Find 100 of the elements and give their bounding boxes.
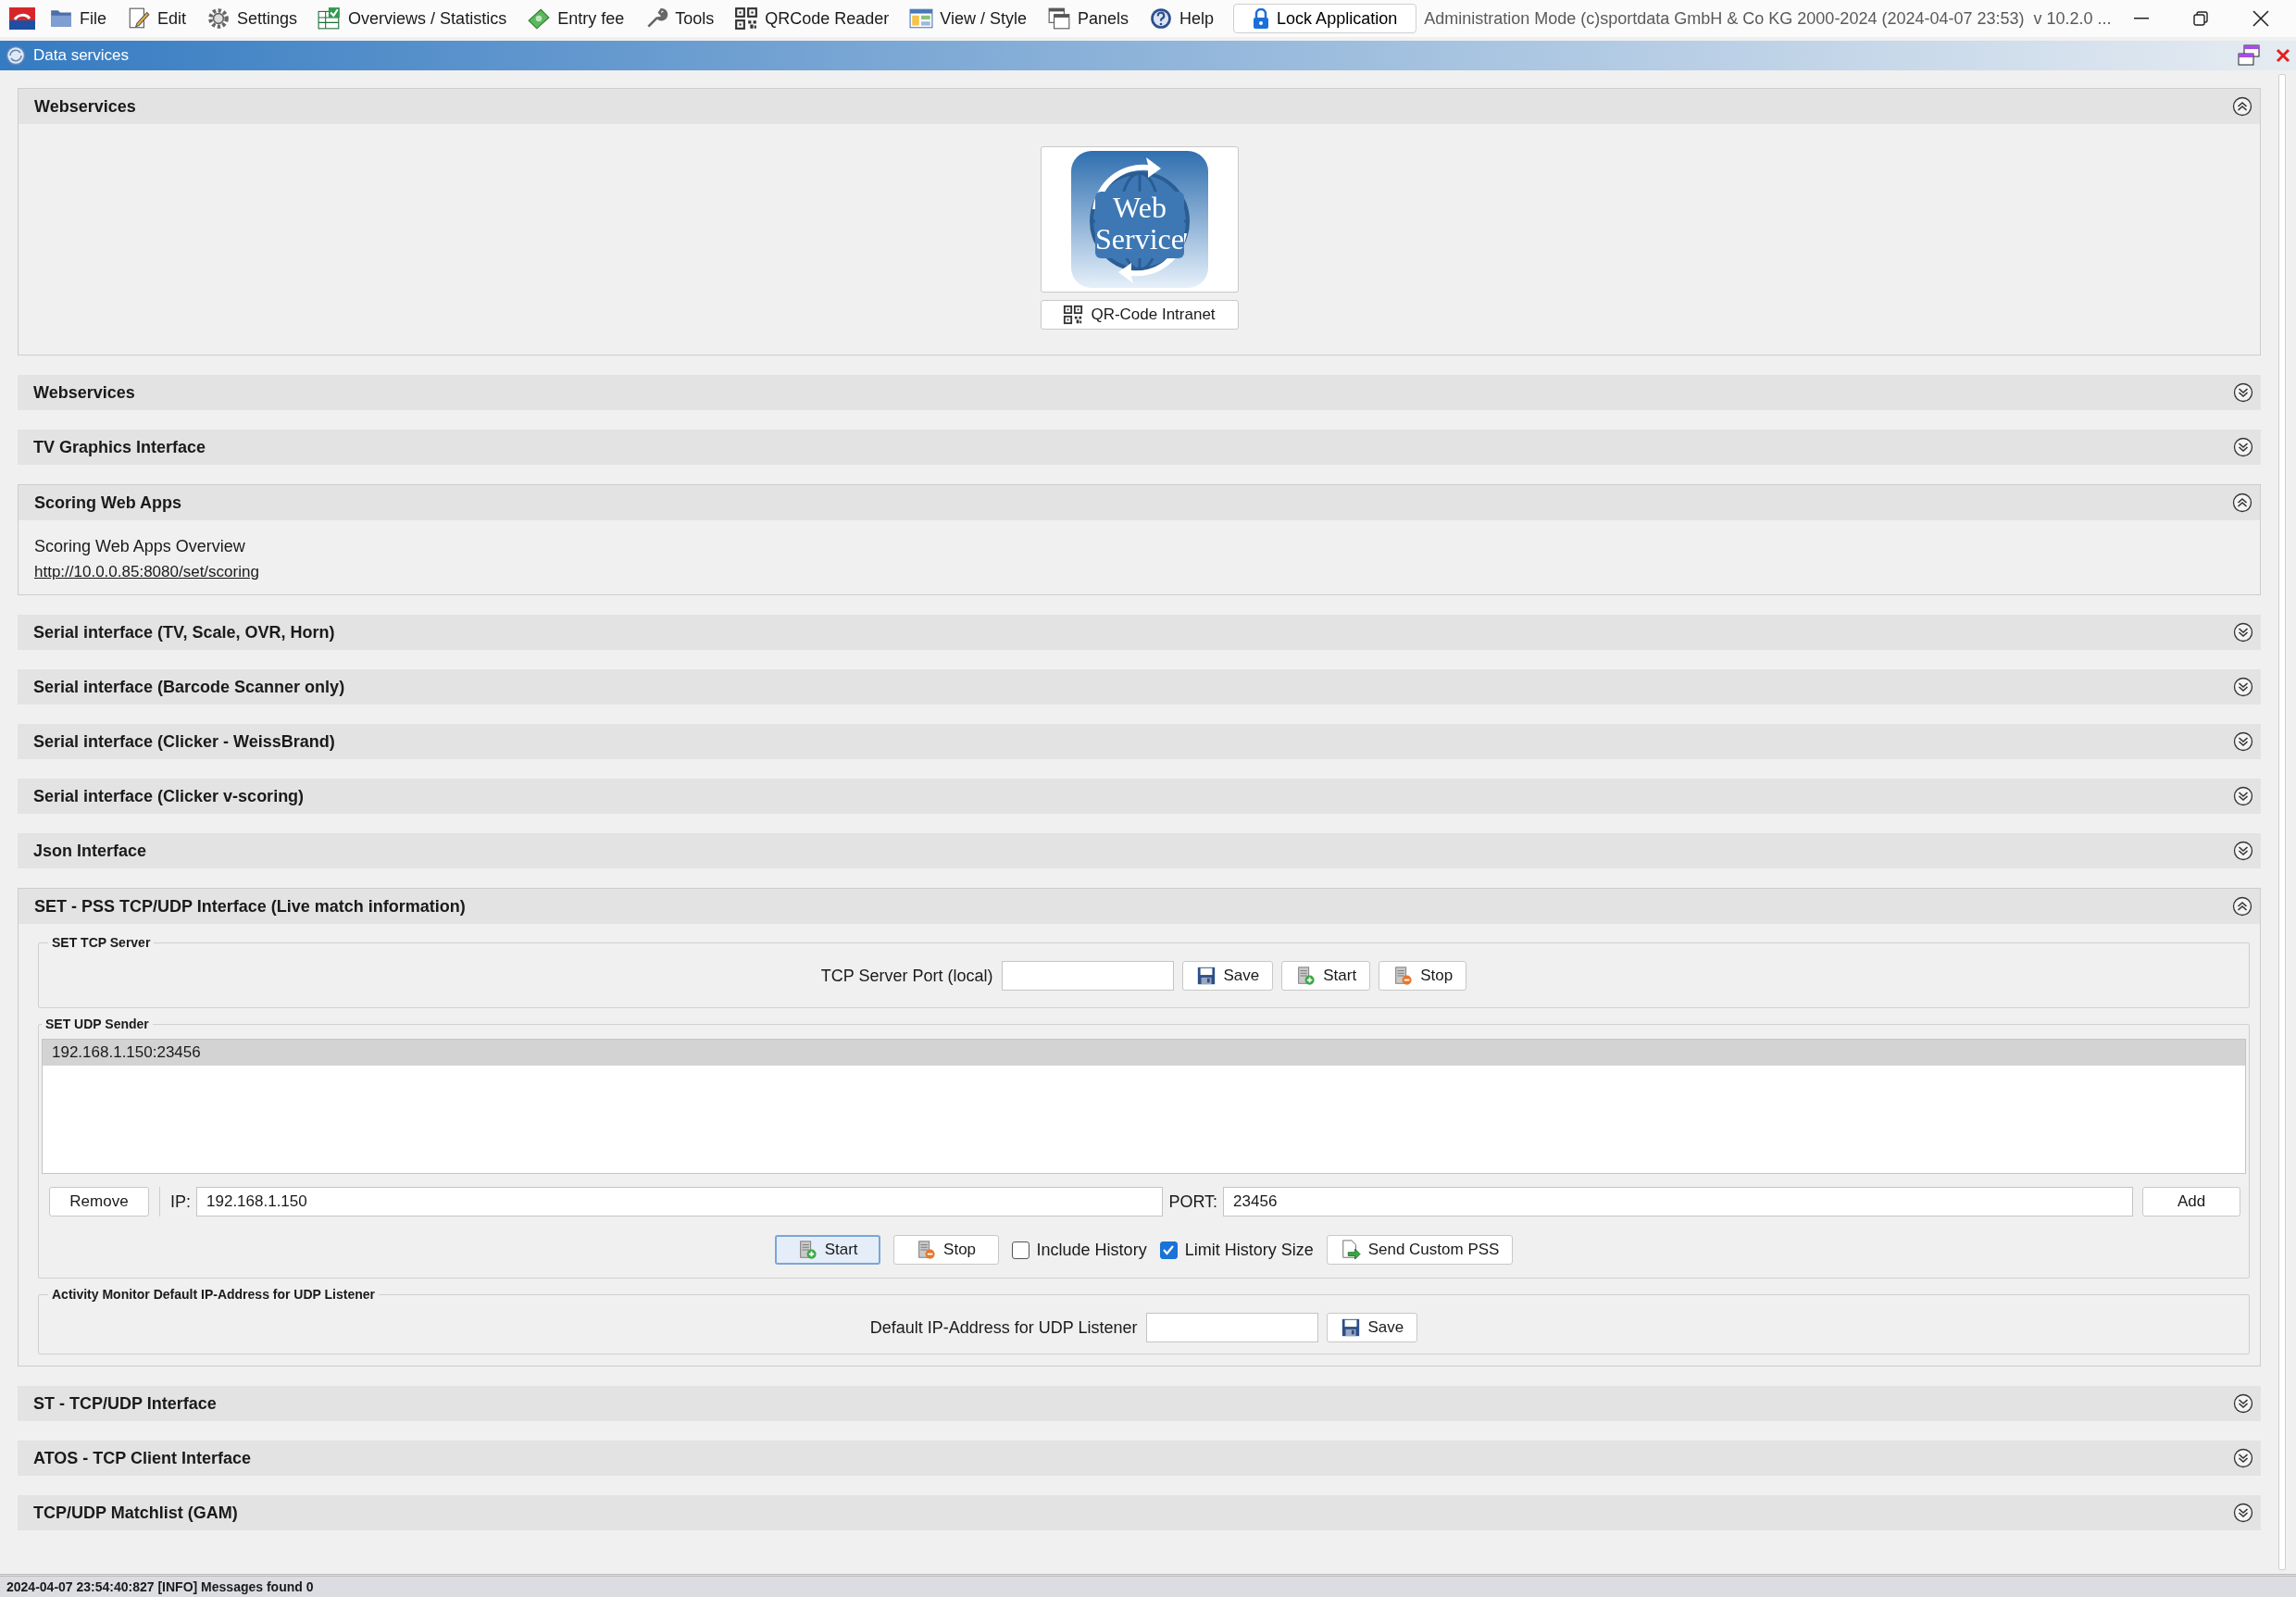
section-title: TCP/UDP Matchlist (GAM) <box>33 1502 238 1524</box>
section-header[interactable]: Serial interface (Clicker - WeissBrand) <box>18 724 2261 759</box>
expand-icon[interactable] <box>2233 677 2253 697</box>
server-remove-icon <box>916 1240 937 1260</box>
section-title: Serial interface (TV, Scale, OVR, Horn) <box>33 621 335 643</box>
menu-item[interactable]: Tools <box>634 2 725 35</box>
remove-button[interactable]: Remove <box>49 1187 149 1216</box>
checkbox-label: Include History <box>1036 1239 1147 1261</box>
port-label: PORT: <box>1168 1191 1218 1213</box>
save-icon <box>1195 966 1217 986</box>
panel-icon <box>6 45 26 66</box>
list-item[interactable]: 192.168.1.150:23456 <box>43 1040 2245 1066</box>
menu-item[interactable]: Settings <box>196 2 308 35</box>
save-icon <box>1340 1317 1361 1338</box>
collapse-icon[interactable] <box>2232 96 2252 117</box>
checkbox[interactable] <box>1011 1241 1029 1259</box>
checkbox-label: Limit History Size <box>1184 1239 1314 1261</box>
save-button[interactable]: Save <box>1181 961 1274 991</box>
close-panel-button[interactable] <box>2276 48 2290 63</box>
section-header[interactable]: Json Interface <box>18 833 2261 868</box>
listener-ip-label: Default IP-Address for UDP Listener <box>869 1316 1138 1339</box>
restore-icon <box>2193 11 2209 26</box>
section-header[interactable]: TV Graphics Interface <box>18 430 2261 465</box>
section-header[interactable]: ATOS - TCP Client Interface <box>18 1441 2261 1476</box>
menu-item[interactable]: Overviews / Statistics <box>307 2 518 35</box>
status-bar: 2024-04-07 23:54:40:827 [INFO] Messages found 0 <box>0 1574 2296 1597</box>
menu-item[interactable]: View / Style <box>899 2 1037 35</box>
expand-icon[interactable] <box>2233 786 2253 806</box>
overview-label: Scoring Web Apps Overview <box>34 536 245 557</box>
expand-icon[interactable] <box>2233 841 2253 861</box>
section-header[interactable]: Serial interface (TV, Scale, OVR, Horn) <box>18 615 2261 650</box>
collapse-icon[interactable] <box>2232 896 2252 917</box>
menu-item[interactable]: Help <box>1139 2 1225 35</box>
money-icon <box>527 6 552 31</box>
section-header[interactable]: Scoring Web Apps <box>19 485 2260 520</box>
ip-input[interactable]: 192.168.1.150 <box>196 1187 1164 1216</box>
stop-button[interactable]: Stop <box>892 1235 999 1265</box>
add-button[interactable]: Add <box>2142 1187 2240 1216</box>
section-title: ATOS - TCP Client Interface <box>33 1447 252 1469</box>
help-icon <box>1149 6 1174 31</box>
expand-icon[interactable] <box>2233 382 2253 403</box>
menu-item[interactable]: Edit <box>117 2 197 35</box>
app-logo-icon <box>9 7 35 30</box>
stop-button[interactable]: Stop <box>1379 961 1467 991</box>
expand-icon[interactable] <box>2233 1448 2253 1468</box>
web-service-logo[interactable]: Web Service <box>1040 146 1239 293</box>
qr-code-icon <box>1063 305 1084 325</box>
section-header[interactable]: TCP/UDP Matchlist (GAM) <box>18 1495 2261 1530</box>
close-icon <box>2252 10 2269 27</box>
checkbox[interactable] <box>1159 1241 1178 1259</box>
menu-item[interactable]: Panels <box>1037 2 1140 35</box>
port-label: TCP Server Port (local) <box>820 965 993 987</box>
edit-icon <box>127 6 151 31</box>
section-header[interactable]: SET - PSS TCP/UDP Interface (Live match information) <box>19 889 2260 924</box>
section-header[interactable]: Serial interface (Clicker v-scoring) <box>18 779 2261 814</box>
group-title: SET TCP Server <box>51 935 152 950</box>
server-add-icon <box>1295 966 1316 986</box>
section-header[interactable]: ST - TCP/UDP Interface <box>18 1386 2261 1421</box>
section-title: SET - PSS TCP/UDP Interface (Live match information) <box>34 895 466 917</box>
expand-icon[interactable] <box>2233 731 2253 752</box>
save-button[interactable]: Save <box>1326 1313 1418 1342</box>
windows-icon <box>1047 6 1071 31</box>
expand-icon[interactable] <box>2233 1393 2253 1414</box>
qr-code-icon <box>734 6 759 31</box>
menu-item[interactable]: Entry fee <box>517 2 635 35</box>
expand-icon[interactable] <box>2233 437 2253 457</box>
section-title: Serial interface (Barcode Scanner only) <box>33 676 345 698</box>
start-button[interactable]: Start <box>1281 961 1371 991</box>
scoring-link[interactable]: http://10.0.0.85:8080/set/scoring <box>34 559 259 585</box>
group-title: Activity Monitor Default IP-Address for UDP Listener <box>51 1287 376 1302</box>
document-arrow-icon <box>1340 1240 1361 1260</box>
menu-item[interactable]: File <box>39 2 117 35</box>
expand-icon[interactable] <box>2233 1503 2253 1523</box>
start-button[interactable]: Start <box>774 1235 880 1265</box>
section-title: Scoring Web Apps <box>34 492 181 514</box>
ip-label: IP: <box>170 1191 191 1213</box>
section-title: Serial interface (Clicker - WeissBrand) <box>33 730 335 753</box>
cascade-windows-button[interactable] <box>2237 44 2261 67</box>
port-input[interactable] <box>1001 961 1174 991</box>
section-header[interactable]: Webservices <box>18 375 2261 410</box>
section-title: Webservices <box>33 381 135 404</box>
minimize-icon <box>2133 18 2149 19</box>
menu-item[interactable]: QRCode Reader <box>724 2 900 35</box>
listener-ip-input[interactable] <box>1145 1313 1318 1342</box>
lock-application-button[interactable]: Lock Application <box>1233 4 1417 33</box>
settings-icon <box>206 6 231 31</box>
section-header[interactable]: Webservices <box>19 89 2260 124</box>
layout-icon <box>909 6 934 31</box>
section-header[interactable]: Serial interface (Barcode Scanner only) <box>18 669 2261 705</box>
group-title: SET UDP Sender <box>44 1017 150 1031</box>
section-title: Json Interface <box>33 840 147 862</box>
expand-icon[interactable] <box>2233 622 2253 643</box>
close-icon <box>2276 48 2290 63</box>
collapse-icon[interactable] <box>2232 493 2252 513</box>
port-input[interactable]: 23456 <box>1223 1187 2133 1216</box>
table-check-icon <box>318 6 343 31</box>
panel-title: Data services <box>33 45 130 67</box>
qr-code-intranet-button[interactable]: QR-Code Intranet <box>1040 300 1239 330</box>
section-title: Serial interface (Clicker v-scoring) <box>33 785 305 807</box>
send-custom-pss-button[interactable]: Send Custom PSS <box>1326 1235 1514 1265</box>
